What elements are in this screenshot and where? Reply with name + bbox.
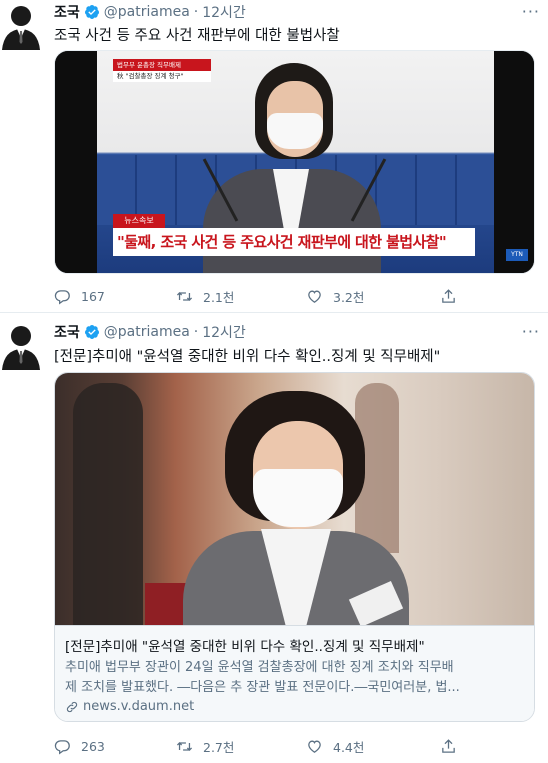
author-name[interactable]: 조국 — [54, 2, 80, 22]
tweet-time[interactable]: 12시간 — [202, 2, 246, 22]
like-icon — [308, 740, 321, 753]
share-icon — [442, 738, 455, 753]
retweet-icon — [176, 741, 193, 751]
avatar[interactable] — [0, 2, 42, 50]
news-headline: "둘째, 조국 사건 등 주요사건 재판부에 대한 불법사찰" — [117, 233, 447, 251]
reply-button[interactable]: 167 — [54, 288, 105, 305]
tweet-time[interactable]: 12시간 — [202, 322, 246, 342]
card-domain: news.v.daum.net — [83, 699, 195, 714]
tweet-text: 조국 사건 등 주요 사건 재판부에 대한 불법사찰 — [54, 28, 340, 44]
like-count: 3.2천 — [333, 289, 365, 305]
tweet-actions: 167 2.1천 3.2천 — [54, 286, 474, 306]
link-card[interactable]: [전문]추미애 "윤석열 중대한 비위 다수 확인..징계 및 직무배제" 추미… — [54, 372, 535, 722]
like-icon — [308, 290, 321, 303]
author-name[interactable]: 조국 — [54, 322, 80, 342]
tweet-header: 조국 @patriamea · 12시간 — [54, 322, 246, 342]
reply-count: 167 — [81, 288, 105, 304]
retweet-button[interactable]: 2.1천 — [176, 287, 234, 306]
separator-dot: · — [193, 324, 199, 340]
retweet-count: 2.7천 — [203, 739, 235, 755]
share-button[interactable] — [440, 288, 467, 305]
author-handle[interactable]: @patriamea — [104, 4, 190, 20]
reply-button[interactable]: 263 — [54, 738, 105, 755]
separator-dot: · — [193, 4, 199, 20]
tweet-media[interactable]: 법무부 윤총장 직무배제 秋 "검찰총장 징계 청구" 뉴스속보 "둘째, 조국… — [54, 50, 535, 274]
reply-count: 263 — [81, 738, 105, 754]
media-left-bar — [55, 51, 97, 273]
verified-badge-icon — [84, 325, 99, 339]
tweet-header: 조국 @patriamea · 12시간 — [54, 2, 246, 22]
bg-person-left — [73, 383, 143, 625]
top-subtag: 秋 "검찰총장 징계 청구" — [113, 71, 211, 82]
channel-logo: YTN — [506, 249, 528, 261]
tweet-actions: 263 2.7천 4.4천 — [54, 736, 474, 756]
like-button[interactable]: 4.4천 — [306, 737, 364, 756]
card-title: [전문]추미애 "윤석열 중대한 비위 다수 확인..징계 및 직무배제" — [65, 639, 425, 655]
link-icon — [66, 701, 78, 713]
retweet-count: 2.1천 — [203, 289, 235, 305]
more-options-icon[interactable]: ··· — [522, 2, 540, 21]
share-icon — [442, 288, 455, 303]
share-button[interactable] — [440, 738, 467, 755]
news-tag: 뉴스속보 — [113, 214, 165, 228]
speaker-mask — [267, 113, 323, 149]
like-button[interactable]: 3.2천 — [306, 287, 364, 306]
verified-badge-icon — [84, 5, 99, 19]
card-description-2: 제 조치를 발표했다. ―다음은 추 장관 발표 전문이다.―국민여러분, 법.… — [65, 680, 460, 695]
reply-icon — [54, 289, 70, 304]
top-tag: 법무부 윤총장 직무배제 — [113, 59, 211, 71]
more-options-icon[interactable]: ··· — [522, 322, 540, 341]
media-right-bar — [492, 51, 534, 273]
avatar[interactable] — [0, 322, 42, 370]
tweet-text: [전문]추미애 "윤석열 중대한 비위 다수 확인..징계 및 직무배제" — [54, 349, 441, 365]
reply-icon — [54, 739, 70, 754]
retweet-button[interactable]: 2.7천 — [176, 737, 234, 756]
like-count: 4.4천 — [333, 739, 365, 755]
card-description-1: 추미애 법무부 장관이 24일 윤석열 검찰총장에 대한 징계 조치와 직무배 — [65, 660, 454, 675]
retweet-icon — [176, 291, 193, 301]
author-handle[interactable]: @patriamea — [104, 324, 190, 340]
